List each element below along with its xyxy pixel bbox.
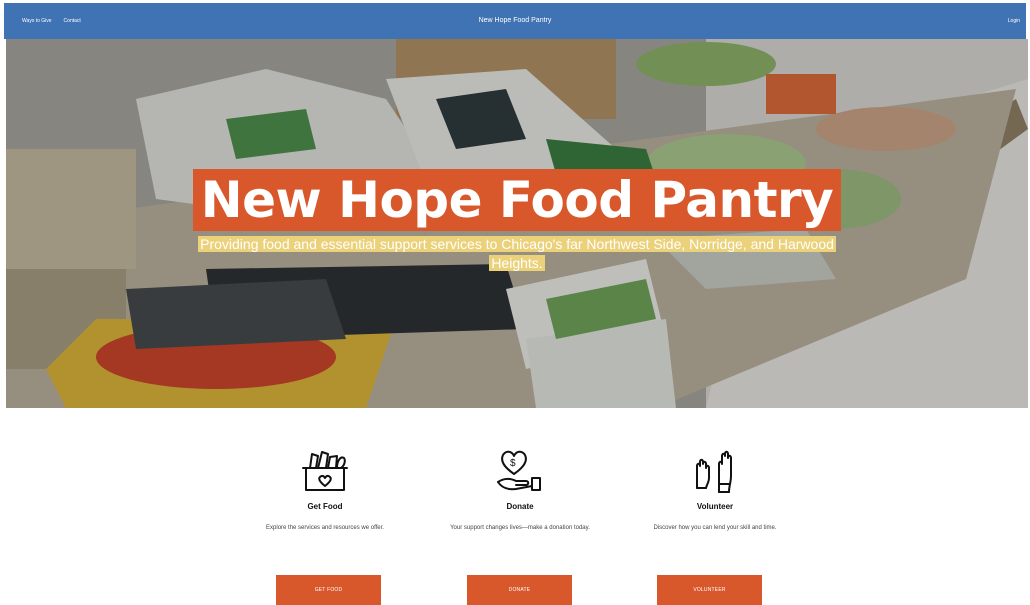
get-food-button[interactable]: GET FOOD	[276, 575, 381, 605]
svg-text:$: $	[510, 458, 516, 469]
raised-hands-icon	[620, 448, 810, 496]
volunteer-button[interactable]: VOLUNTEER	[657, 575, 762, 605]
hero-subtitle: Providing food and essential support ser…	[198, 236, 836, 271]
feature-donate: $ Donate Your support changes lives—make…	[425, 448, 615, 534]
hero-banner: New Hope Food Pantry Providing food and …	[6, 39, 1028, 408]
hero-title: New Hope Food Pantry	[192, 169, 842, 231]
donate-button[interactable]: DONATE	[467, 575, 572, 605]
feature-title: Donate	[506, 502, 534, 511]
feature-description: Your support changes lives—make a donati…	[450, 525, 590, 531]
top-navbar: Ways to Give Contact New Hope Food Pantr…	[4, 3, 1026, 39]
feature-get-food: Get Food Explore the services and resour…	[230, 448, 420, 534]
food-basket-icon	[230, 448, 420, 496]
login-link[interactable]: Login	[1008, 3, 1020, 39]
feature-columns: Get Food Explore the services and resour…	[230, 448, 810, 548]
feature-title: Get Food	[307, 502, 343, 511]
feature-volunteer: Volunteer Discover how you can lend your…	[620, 448, 810, 534]
feature-description: Explore the services and resources we of…	[266, 525, 384, 531]
feature-description: Discover how you can lend your skill and…	[653, 525, 777, 531]
site-title[interactable]: New Hope Food Pantry	[4, 3, 1026, 39]
feature-title: Volunteer	[696, 502, 734, 511]
heart-hand-icon: $	[425, 448, 615, 496]
